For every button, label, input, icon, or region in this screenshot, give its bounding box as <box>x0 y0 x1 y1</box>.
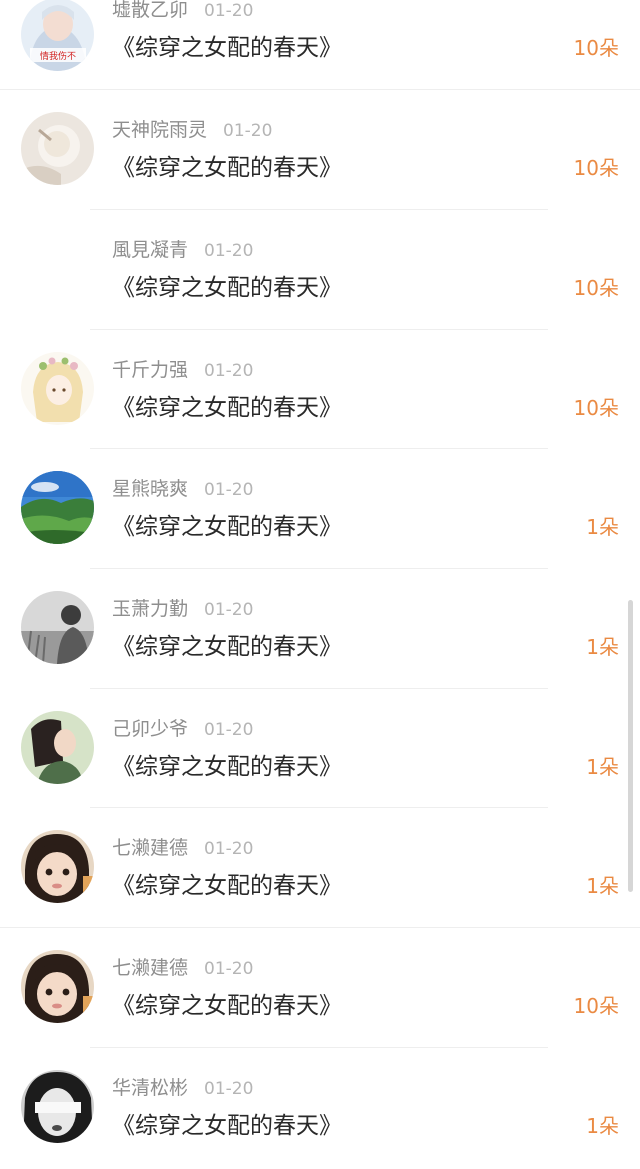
gift-amount: 1朵 <box>586 515 619 539</box>
list-item[interactable]: 風見凝青 01-20 《综穿之女配的春天》 10朵 <box>0 210 640 330</box>
timestamp: 01-20 <box>204 1 254 21</box>
gift-amount: 10朵 <box>573 994 619 1018</box>
book-title[interactable]: 《综穿之女配的春天》 <box>112 1109 342 1143</box>
avatar[interactable] <box>21 591 94 664</box>
username[interactable]: 天神院雨灵 <box>112 119 207 141</box>
username[interactable]: 华清松彬 <box>112 1077 188 1099</box>
timestamp: 01-20 <box>204 361 254 381</box>
username[interactable]: 七濑建德 <box>112 957 188 979</box>
timestamp: 01-20 <box>204 959 254 979</box>
avatar[interactable]: 情我伤不 <box>21 0 94 71</box>
timestamp: 01-20 <box>204 480 254 500</box>
username[interactable]: 風見凝青 <box>112 239 188 261</box>
book-title[interactable]: 《综穿之女配的春天》 <box>112 750 342 784</box>
book-title[interactable]: 《综穿之女配的春天》 <box>112 31 342 65</box>
list-item[interactable]: 玉萧力勤 01-20 《综穿之女配的春天》 1朵 <box>0 569 640 689</box>
list-item[interactable]: 七濑建德 01-20 《综穿之女配的春天》 1朵 <box>0 808 640 928</box>
avatar-photo-girl-caption-icon: 情我伤不 <box>21 0 94 71</box>
avatar-woman-profile-icon <box>21 711 94 784</box>
timestamp: 01-20 <box>204 1079 254 1099</box>
username[interactable]: 墟散乙卯 <box>112 0 188 21</box>
scrollbar[interactable] <box>628 600 633 892</box>
gift-amount: 10朵 <box>573 276 619 300</box>
username[interactable]: 己卯少爷 <box>112 718 188 740</box>
book-title[interactable]: 《综穿之女配的春天》 <box>112 271 342 305</box>
list-item[interactable]: 情我伤不 墟散乙卯 01-20 《综穿之女配的春天》 10朵 <box>0 0 640 90</box>
book-title[interactable]: 《综穿之女配的春天》 <box>112 869 342 903</box>
gift-amount: 10朵 <box>573 156 619 180</box>
book-title[interactable]: 《综穿之女配的春天》 <box>112 989 342 1023</box>
avatar[interactable] <box>21 352 94 425</box>
gift-list: 情我伤不 墟散乙卯 01-20 《综穿之女配的春天》 10朵 天神院雨灵 01-20… <box>0 0 640 1169</box>
avatar[interactable] <box>21 830 94 903</box>
avatar-caption: 情我伤不 <box>40 50 76 62</box>
avatar-landscape-icon <box>21 471 94 544</box>
username[interactable]: 七濑建德 <box>112 837 188 859</box>
avatar-bw-person-field-icon <box>21 591 94 664</box>
timestamp: 01-20 <box>204 720 254 740</box>
timestamp: 01-20 <box>204 241 254 261</box>
timestamp: 01-20 <box>204 839 254 859</box>
avatar-pastry-icon <box>21 112 94 185</box>
book-title[interactable]: 《综穿之女配的春天》 <box>112 630 342 664</box>
username[interactable]: 千斤力强 <box>112 359 188 381</box>
gift-amount: 1朵 <box>586 755 619 779</box>
gift-amount: 1朵 <box>586 635 619 659</box>
list-item[interactable]: 七濑建德 01-20 《综穿之女配的春天》 10朵 <box>0 928 640 1048</box>
gift-amount: 1朵 <box>586 874 619 898</box>
avatar[interactable] <box>21 471 94 544</box>
book-title[interactable]: 《综穿之女配的春天》 <box>112 510 342 544</box>
avatar[interactable] <box>21 950 94 1023</box>
gift-amount: 10朵 <box>573 36 619 60</box>
gift-amount: 10朵 <box>573 396 619 420</box>
avatar[interactable] <box>21 711 94 784</box>
avatar-girl-face-icon <box>21 950 94 1023</box>
avatar[interactable] <box>21 112 94 185</box>
avatar-girl-face-icon <box>21 830 94 903</box>
list-item[interactable]: 星熊晓爽 01-20 《综穿之女配的春天》 1朵 <box>0 449 640 569</box>
timestamp: 01-20 <box>204 600 254 620</box>
avatar-bw-blindfold-icon <box>21 1070 94 1143</box>
list-item[interactable]: 千斤力强 01-20 《综穿之女配的春天》 10朵 <box>0 330 640 450</box>
avatar[interactable] <box>21 1070 94 1143</box>
list-item[interactable]: 己卯少爷 01-20 《综穿之女配的春天》 1朵 <box>0 689 640 809</box>
username[interactable]: 星熊晓爽 <box>112 478 188 500</box>
gift-amount: 1朵 <box>586 1114 619 1138</box>
book-title[interactable]: 《综穿之女配的春天》 <box>112 151 342 185</box>
username[interactable]: 玉萧力勤 <box>112 598 188 620</box>
list-item[interactable]: 华清松彬 01-20 《综穿之女配的春天》 1朵 <box>0 1048 640 1168</box>
book-title[interactable]: 《综穿之女配的春天》 <box>112 391 342 425</box>
avatar-anime-girl-wreath-icon <box>21 352 94 425</box>
timestamp: 01-20 <box>223 121 273 141</box>
list-item[interactable]: 天神院雨灵 01-20 《综穿之女配的春天》 10朵 <box>0 90 640 210</box>
